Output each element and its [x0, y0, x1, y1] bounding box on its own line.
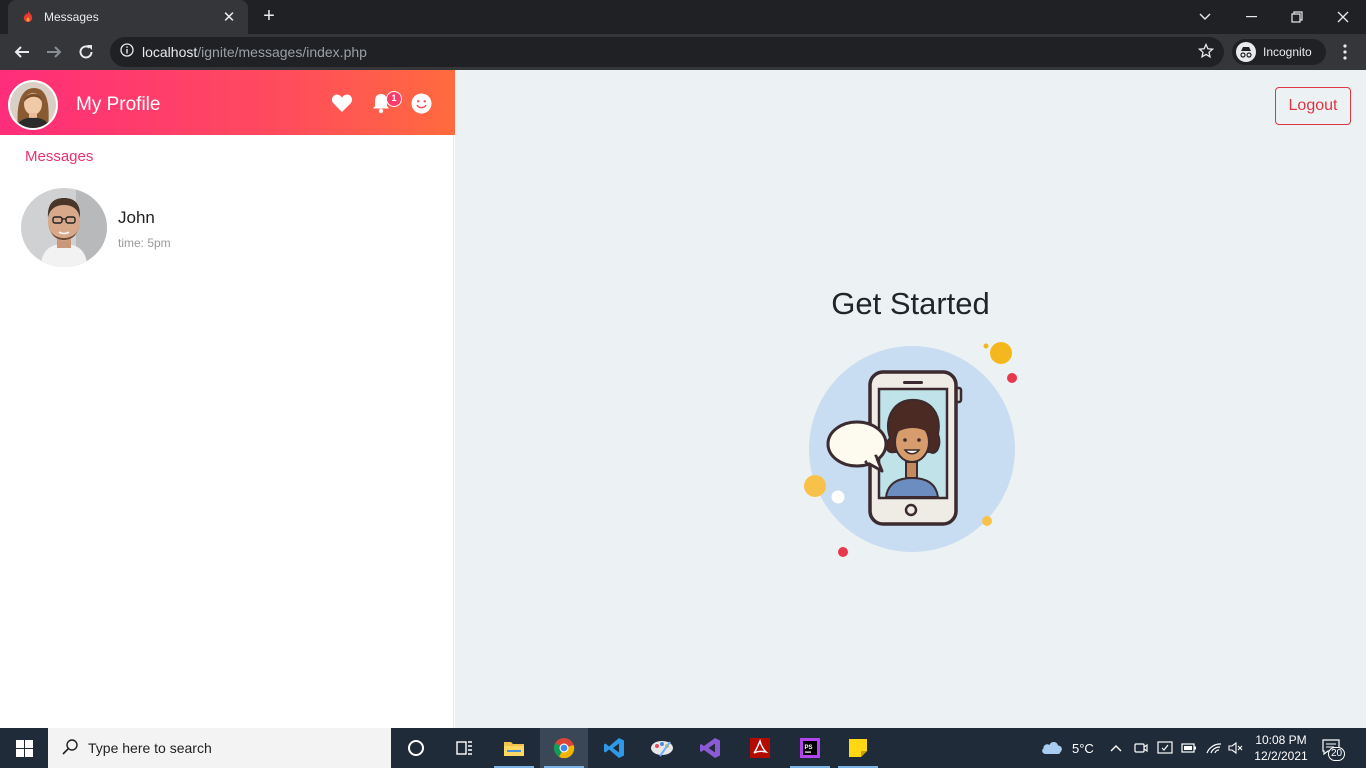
browser-menu-icon[interactable]	[1333, 38, 1357, 66]
logout-button[interactable]: Logout	[1275, 87, 1351, 125]
weather-widget[interactable]: 5°C	[1040, 728, 1094, 768]
reload-button[interactable]	[72, 38, 100, 66]
close-window-button[interactable]	[1320, 0, 1366, 34]
battery-icon[interactable]	[1181, 728, 1197, 768]
page-title: Get Started	[831, 286, 990, 321]
svg-text:PS: PS	[805, 745, 813, 751]
url-text: localhost/ignite/messages/index.php	[142, 44, 367, 60]
tab-strip: Messages ✕ +	[0, 0, 1366, 34]
taskbar-search-input[interactable]: Type here to search	[48, 728, 391, 768]
incognito-label: Incognito	[1263, 45, 1312, 59]
acrobat-icon[interactable]	[736, 728, 784, 768]
contact-name: John	[118, 208, 155, 227]
task-view-icon[interactable]	[440, 728, 488, 768]
avatar	[21, 188, 107, 267]
windows-start-icon[interactable]	[0, 728, 48, 768]
chrome-icon[interactable]	[540, 728, 588, 768]
restore-button[interactable]	[1274, 0, 1320, 34]
file-explorer-icon[interactable]	[490, 728, 538, 768]
taskbar-clock[interactable]: 10:08 PM 12/2/2021	[1250, 732, 1312, 764]
taskbar: Type here to search PS 5°C 10:08 PM 12/2…	[0, 728, 1366, 768]
site-info-icon[interactable]	[120, 42, 134, 62]
search-placeholder: Type here to search	[88, 740, 212, 756]
smiley-icon[interactable]	[411, 92, 432, 114]
show-hidden-icons[interactable]	[1110, 728, 1122, 768]
visual-studio-icon[interactable]	[686, 728, 734, 768]
sidebar: My Profile 1 Messages John time: 5pm	[0, 70, 455, 728]
flame-favicon-icon	[20, 9, 36, 25]
profile-title[interactable]: My Profile	[76, 94, 160, 116]
tab-search-icon[interactable]	[1182, 0, 1228, 34]
forward-button[interactable]	[40, 38, 68, 66]
url-path: /ignite/messages/index.php	[197, 44, 367, 60]
paint-icon[interactable]	[638, 728, 686, 768]
clock-time: 10:08 PM	[1255, 733, 1307, 747]
windows-security-icon[interactable]	[1157, 728, 1173, 768]
phpstorm-icon[interactable]: PS	[786, 728, 834, 768]
list-item[interactable]: John time: 5pm	[21, 188, 441, 268]
cortana-icon[interactable]	[392, 728, 440, 768]
web-page: My Profile 1 Messages John time: 5pm Log…	[0, 70, 1366, 728]
clock-date: 12/2/2021	[1254, 749, 1308, 763]
contact-time: time: 5pm	[118, 236, 171, 250]
address-bar[interactable]: localhost/ignite/messages/index.php	[110, 37, 1224, 67]
cloud-icon	[1040, 739, 1064, 758]
avatar[interactable]	[8, 80, 58, 130]
bookmark-star-icon[interactable]	[1197, 42, 1215, 64]
vscode-icon[interactable]	[590, 728, 638, 768]
heart-icon[interactable]	[331, 92, 353, 114]
incognito-indicator[interactable]: Incognito	[1232, 39, 1326, 65]
incognito-icon	[1236, 42, 1256, 62]
sticky-notes-icon[interactable]	[834, 728, 882, 768]
volume-muted-icon[interactable]	[1228, 728, 1244, 768]
search-icon	[62, 738, 78, 758]
tab-title: Messages	[44, 10, 99, 24]
action-center-icon[interactable]: 20	[1322, 728, 1346, 768]
url-host: localhost	[142, 44, 198, 60]
messages-section-title: Messages	[25, 148, 94, 165]
browser-tab[interactable]: Messages ✕	[8, 0, 248, 34]
notification-badge: 1	[386, 91, 402, 107]
back-button[interactable]	[8, 38, 36, 66]
meet-now-icon[interactable]	[1134, 728, 1148, 768]
new-tab-button[interactable]: +	[256, 5, 282, 29]
tab-close-icon[interactable]: ✕	[220, 8, 238, 26]
weather-temp: 5°C	[1072, 740, 1094, 756]
profile-header: My Profile 1	[0, 70, 455, 135]
wifi-icon[interactable]	[1206, 728, 1222, 768]
action-center-badge: 20	[1328, 747, 1346, 761]
minimize-button[interactable]	[1228, 0, 1274, 34]
browser-toolbar: localhost/ignite/messages/index.php Inco…	[0, 34, 1366, 70]
main-panel: Logout Get Started	[455, 70, 1366, 728]
phone-chat-illustration	[804, 342, 1017, 557]
